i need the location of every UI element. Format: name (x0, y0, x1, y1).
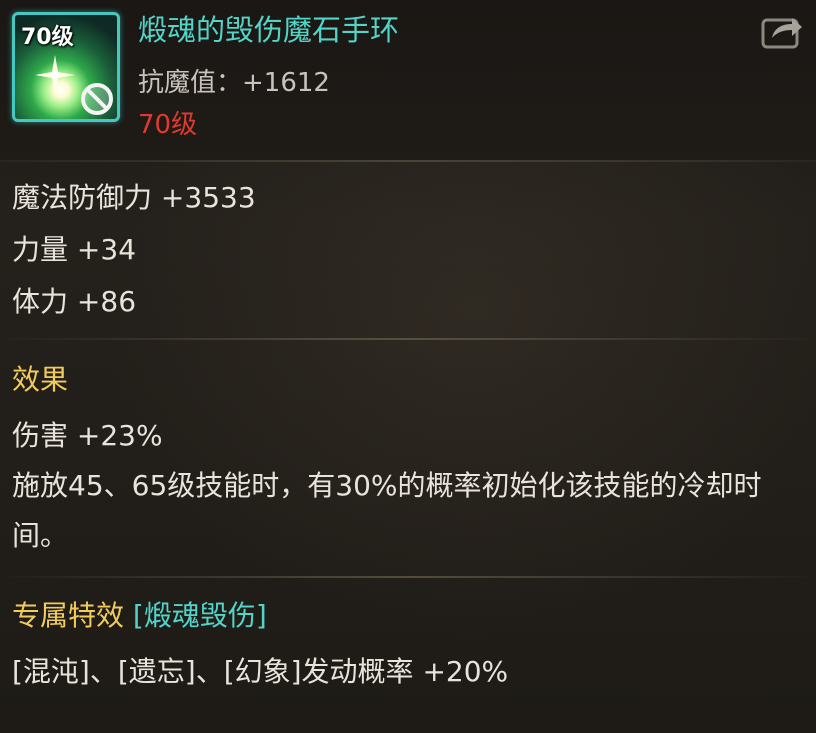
stat-strength: 力量 +34 (12, 232, 136, 268)
exclusive-title-line: 专属特效 [煅魂毁伤] (12, 598, 267, 634)
sparkle-icon (35, 55, 75, 95)
tooltip-header: 70级 煅魂的毁伤魔石手环 抗魔值：+1612 70级 (0, 0, 816, 160)
icon-level-label: 70级 (21, 25, 74, 50)
stat-value: +3533 (160, 181, 256, 214)
stat-label: 力量 (12, 233, 69, 266)
stat-value: +34 (76, 233, 137, 266)
exclusive-set-name: [煅魂毁伤] (132, 599, 267, 632)
stat-stamina: 体力 +86 (12, 284, 136, 320)
required-level: 70级 (138, 110, 198, 140)
exclusive-text: [混沌]、[遗忘]、[幻象]发动概率 +20% (12, 655, 509, 688)
resist-value: +1612 (242, 68, 330, 98)
header-divider (0, 160, 816, 162)
exclusive-title: 专属特效 (12, 599, 125, 632)
stat-label: 魔法防御力 (12, 181, 153, 214)
stat-label: 体力 (12, 285, 69, 318)
effect-title: 效果 (12, 363, 69, 396)
stats-divider (8, 338, 808, 340)
effect-divider (8, 576, 808, 578)
forbid-icon (81, 83, 113, 115)
effect-description: 施放45、65级技能时，有30%的概率初始化该技能的冷却时间。 (12, 469, 762, 552)
stat-magic-defense: 魔法防御力 +3533 (12, 180, 256, 216)
effect-damage: 伤害 +23% (12, 419, 163, 452)
resist-line: 抗魔值：+1612 (138, 66, 330, 100)
stat-value: +86 (76, 285, 137, 318)
item-tooltip: 70级 煅魂的毁伤魔石手环 抗魔值：+1612 70级 魔法防御力 +3533 … (0, 0, 816, 733)
item-icon-frame[interactable]: 70级 (12, 12, 120, 122)
share-icon[interactable] (760, 12, 804, 50)
resist-label: 抗魔值： (138, 68, 243, 98)
item-name: 煅魂的毁伤魔石手环 (138, 13, 400, 47)
